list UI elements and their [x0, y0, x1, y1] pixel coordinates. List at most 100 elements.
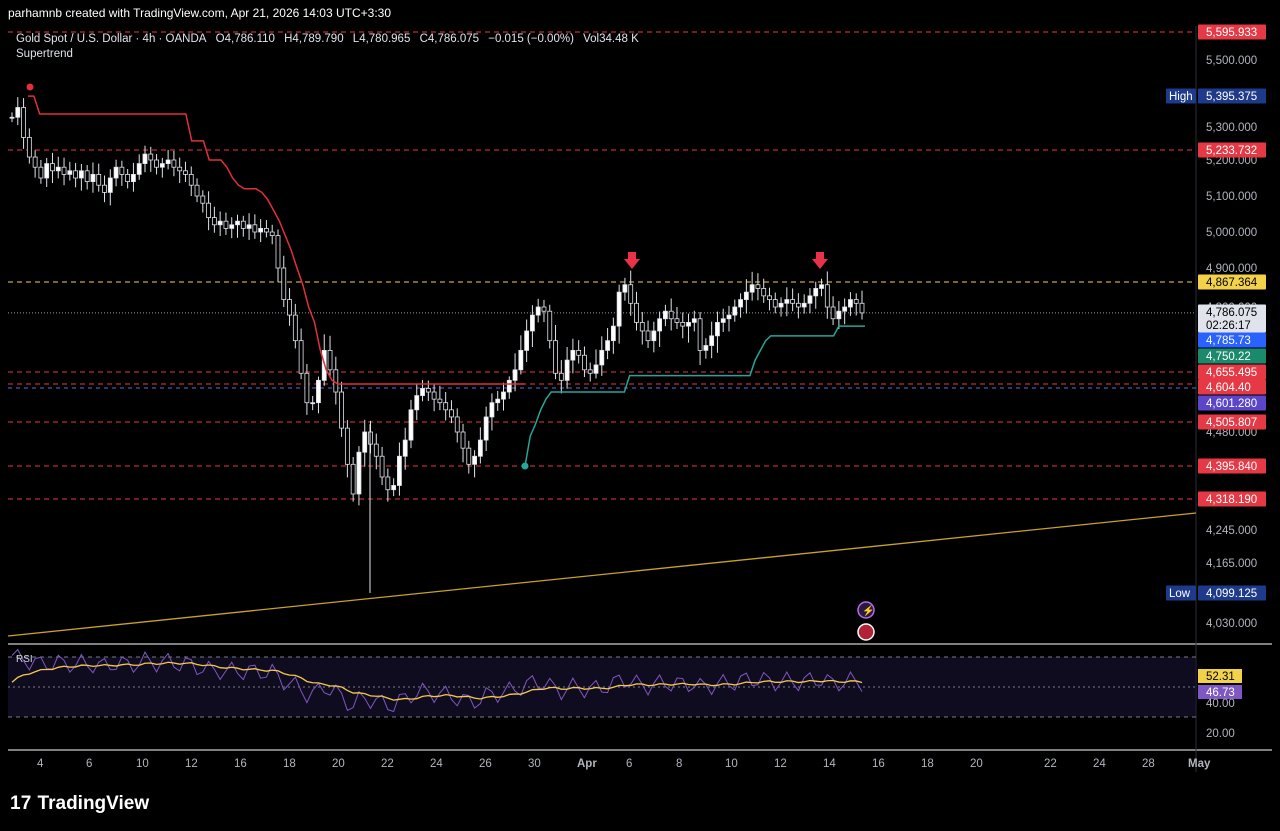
- rsi-tick: 40.00: [1206, 698, 1235, 710]
- candle-body: [310, 402, 316, 405]
- candle-body: [848, 299, 853, 308]
- supertrend-start-dot: [26, 83, 34, 91]
- candle-body: [107, 177, 113, 193]
- time-tick: 20: [332, 758, 345, 770]
- candle-body: [778, 302, 784, 308]
- candle-body: [813, 288, 819, 297]
- time-tick: 10: [725, 758, 738, 770]
- candle-body: [605, 340, 610, 351]
- price-label: 4,867.364: [1206, 277, 1258, 289]
- candle-body: [50, 163, 55, 172]
- candle-body: [709, 335, 715, 346]
- ohlc-change: −0.015 (−0.00%): [488, 33, 574, 45]
- candle-body: [622, 284, 628, 293]
- candle-body: [842, 306, 848, 312]
- candle-body: [269, 231, 275, 236]
- candle-body: [506, 379, 512, 393]
- time-tick: 20: [970, 758, 983, 770]
- candle-body: [78, 170, 84, 179]
- candle-body: [582, 354, 587, 371]
- time-tick: 18: [283, 758, 296, 770]
- time-tick: 16: [872, 758, 885, 770]
- candle-body: [691, 318, 697, 323]
- time-tick: 18: [921, 758, 934, 770]
- time-tick: Apr: [577, 758, 597, 770]
- price-label: 4,750.22: [1206, 351, 1251, 363]
- candle-body: [67, 170, 73, 175]
- candle-body: [188, 173, 194, 186]
- candle-body: [211, 217, 217, 226]
- candle-body: [159, 163, 165, 168]
- candle-body: [449, 409, 454, 418]
- candle-body: [292, 314, 298, 342]
- tradingview-logo-icon: 17: [10, 793, 32, 814]
- candle-body: [663, 310, 668, 320]
- candle-body: [414, 395, 420, 411]
- price-tick: 4,165.000: [1206, 558, 1257, 570]
- candle-body: [32, 156, 38, 168]
- candle-body: [252, 224, 258, 233]
- price-label: 02:26:17: [1206, 320, 1251, 332]
- candle-body: [489, 402, 495, 418]
- candle-body: [680, 322, 686, 327]
- lightning-glyph: ⚡: [862, 604, 874, 617]
- time-tick: 14: [823, 758, 836, 770]
- candle-body: [73, 170, 79, 179]
- candle-body: [55, 166, 61, 172]
- candle-body: [344, 427, 350, 465]
- candle-body: [246, 224, 252, 229]
- candle-body: [154, 159, 159, 168]
- price-label: 4,395.840: [1206, 461, 1257, 473]
- time-tick: 24: [1093, 758, 1106, 770]
- candle-body: [425, 388, 431, 393]
- candle-body: [483, 416, 489, 441]
- candle-body: [275, 235, 281, 269]
- candle-body: [142, 153, 148, 164]
- price-label: 4,318.190: [1206, 494, 1257, 506]
- candle-body: [553, 340, 558, 374]
- candle-body: [495, 398, 501, 404]
- candle-body: [281, 267, 287, 300]
- supertrend-up-line: [524, 325, 865, 467]
- candle-body: [535, 306, 541, 316]
- time-tick: 4: [37, 758, 44, 770]
- candle-body: [171, 159, 177, 168]
- candle-body: [125, 173, 131, 182]
- candle-body: [749, 284, 755, 293]
- candle-body: [668, 310, 674, 320]
- tradingview-footer: 17 TradingView: [10, 793, 149, 815]
- chart-svg[interactable]: ⚡5,500.0005,300.0005,200.0005,100.0005,0…: [0, 0, 1280, 831]
- ohlc-low: L4,780.965: [352, 33, 411, 45]
- price-label: Low: [1169, 588, 1191, 600]
- candle-body: [131, 173, 136, 182]
- rsi-label[interactable]: RSI: [16, 654, 33, 665]
- candle-body: [304, 372, 310, 404]
- candle-body: [651, 330, 657, 342]
- ohlc-open: O4,786.110: [215, 33, 275, 45]
- candle-body: [368, 431, 373, 445]
- candle-body: [628, 284, 634, 304]
- candle-body: [801, 302, 807, 308]
- time-tick: 22: [381, 758, 394, 770]
- candle-body: [697, 318, 703, 351]
- candle-body: [61, 166, 67, 175]
- down-arrow-icon: [812, 252, 828, 269]
- candle-body: [26, 137, 32, 158]
- candle-body: [761, 288, 767, 297]
- candle-body: [570, 349, 576, 361]
- time-tick: 28: [1142, 758, 1155, 770]
- candle-body: [298, 340, 304, 374]
- trendline: [7, 512, 1197, 637]
- candle-body: [720, 318, 726, 323]
- candle-body: [443, 402, 449, 411]
- candle-body: [518, 349, 524, 371]
- candle-body: [379, 455, 385, 478]
- candle-body: [397, 455, 402, 486]
- candle-body: [90, 173, 96, 182]
- price-label: High: [1169, 91, 1193, 103]
- indicator-label[interactable]: Supertrend: [16, 48, 73, 60]
- candle-body: [21, 107, 26, 138]
- symbol-name[interactable]: Gold Spot / U.S. Dollar · 4h · OANDA: [16, 33, 206, 45]
- candle-body: [564, 359, 570, 381]
- candle-body: [402, 439, 408, 457]
